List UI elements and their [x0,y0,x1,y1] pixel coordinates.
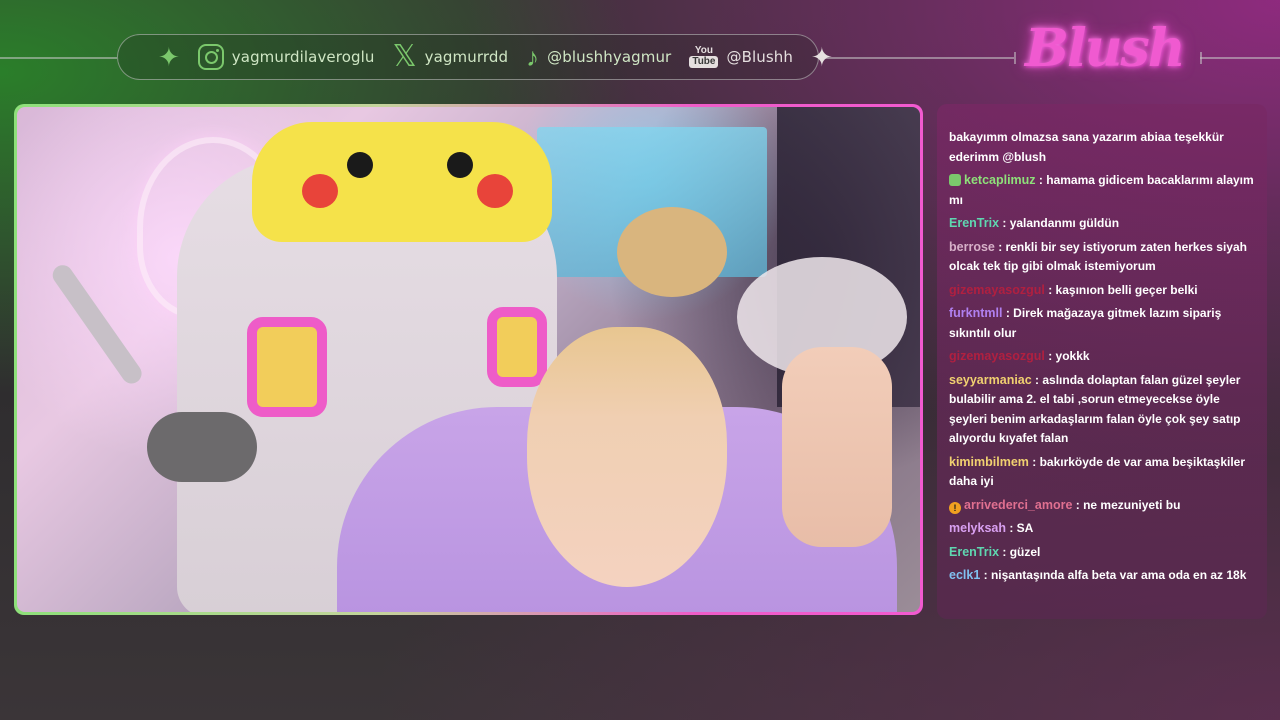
chat-message: ketcaplimuz : hamama gidicem bacaklarımı… [949,171,1255,210]
sub-badge-icon [949,174,961,186]
chat-message: melyksah : SA [949,519,1255,539]
chat-message: ! arrivederci_amore : ne mezuniyeti bu [949,496,1255,516]
pikachu-eye [347,152,373,178]
chat-username[interactable]: kimimbilmem [949,455,1029,469]
chat-message: furkntmll : Direk mağazaya gitmek lazım … [949,304,1255,343]
stream-video-frame [14,104,923,615]
pikachu-cheek [477,174,513,208]
alert-badge-icon: ! [949,501,961,514]
chat-text: : ne mezuniyeti bu [1075,497,1181,512]
decorative-tick [1200,52,1202,64]
microphone [147,412,257,482]
sparkle-icon: ✦ [158,42,180,72]
x-link[interactable]: 𝕏 yagmurrdd [392,42,508,72]
instagram-link[interactable]: yagmurdilaveroglu [197,44,375,70]
streamer-face [527,327,727,587]
chat-message: ErenTrix : yalandanmı güldün [949,214,1255,234]
youtube-handle: @Blushh [726,48,793,66]
chair-armrest [247,317,327,417]
chat-username[interactable]: gizemayasozgul [949,283,1045,297]
tiktok-handle: @blushhyagmur [547,48,672,66]
chat-message: bakayımm olmazsa sana yazarım abiaa teşe… [949,128,1255,167]
chat-text: : yalandanmı güldün [1002,216,1120,230]
tiktok-icon: ♪ [526,42,540,72]
chat-username[interactable]: ErenTrix [949,216,999,230]
blush-logo: Blush [1025,18,1186,79]
chat-panel: bakayımm olmazsa sana yazarım abiaa teşe… [937,104,1267,619]
chat-text: : nişantaşında alfa beta var ama oda en … [983,568,1247,582]
chat-message: eclk1 : nişantaşında alfa beta var ama o… [949,566,1255,586]
youtube-link[interactable]: You Tube @Blushh [689,46,793,68]
streamer-hair [617,207,727,297]
chat-message: gizemayasozgul : yokkk [949,347,1255,367]
chat-username[interactable]: seyyarmaniac [949,373,1032,387]
stream-video[interactable] [17,107,920,612]
chat-text: : kaşınıon belli geçer belki [1048,282,1198,297]
sparkle-icon: ✦ [810,42,833,72]
chat-username[interactable]: eclk1 [949,568,980,582]
pikachu-cheek [302,174,338,208]
tiktok-link[interactable]: ♪ @blushhyagmur [526,44,671,70]
chat-username[interactable]: melyksah [949,521,1006,535]
pikachu-pillow [252,122,552,242]
youtube-icon: You Tube [689,46,719,68]
decorative-line-mid [821,57,1014,59]
social-links-bar: ✦ yagmurdilaveroglu 𝕏 yagmurrdd ♪ @blush… [117,34,833,80]
chat-message: kimimbilmem : bakırköyde de var ama beşi… [949,453,1255,492]
pikachu-eye [447,152,473,178]
chat-username[interactable]: berrose [949,240,995,254]
chat-username[interactable]: ketcaplimuz [964,173,1036,187]
chat-username[interactable]: arrivederci_amore [964,498,1072,512]
chat-message: ErenTrix : güzel [949,543,1255,563]
chat-message: seyyarmaniac : aslında dolaptan falan gü… [949,371,1255,449]
chat-username[interactable]: furkntmll [949,306,1002,320]
chat-message: berrose : renkli bir sey istiyorum zaten… [949,238,1255,277]
chat-text: : yokkk [1048,349,1090,363]
instagram-icon [197,44,224,70]
chair-armrest [487,307,547,387]
chat-text: bakayımm olmazsa sana yazarım abiaa teşe… [949,130,1224,164]
decorative-line-right [1200,57,1280,59]
chat-text: : SA [1009,521,1034,535]
x-icon: 𝕏 [392,39,417,74]
chat-text: : güzel [1002,544,1041,559]
chat-username[interactable]: ErenTrix [949,545,999,559]
decorative-line-left [0,57,117,59]
instagram-handle: yagmurdilaveroglu [231,48,375,66]
chat-username[interactable]: gizemayasozgul [949,349,1045,363]
chat-message: gizemayasozgul : kaşınıon belli geçer be… [949,281,1255,301]
x-handle: yagmurrdd [424,48,509,66]
streamer-hand [782,347,892,547]
decorative-tick [1014,52,1016,64]
